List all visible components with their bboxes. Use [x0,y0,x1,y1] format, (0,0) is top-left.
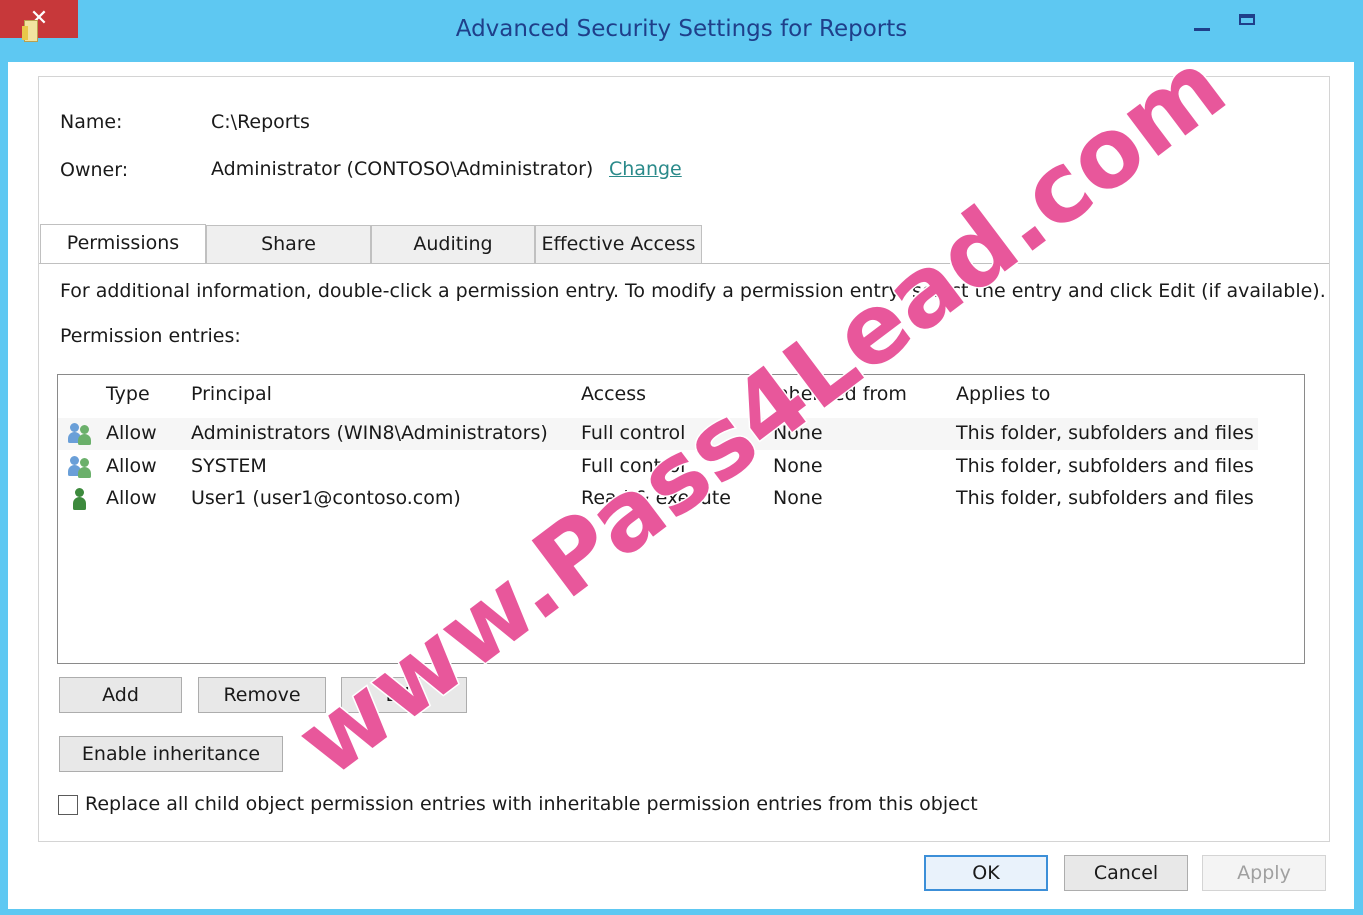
dialog-window: Advanced Security Settings for Reports ✕… [0,0,1363,915]
column-header-type[interactable]: Type [106,383,150,405]
tab-divider [39,263,1329,264]
remove-button[interactable]: Remove [198,677,326,713]
name-label: Name: [60,111,123,133]
row-inherited: None [773,455,823,477]
enable-inheritance-button[interactable]: Enable inheritance [59,736,283,772]
minimize-icon [1194,28,1210,31]
instructions-text: For additional information, double-click… [60,280,1326,302]
row-access: Full control [581,455,686,477]
cancel-button[interactable]: Cancel [1064,855,1188,891]
permission-entries-label: Permission entries: [60,325,241,347]
row-inherited: None [773,422,823,444]
table-row[interactable]: Allow SYSTEM Full control None This fold… [58,451,1258,483]
group-icon [68,455,92,479]
window-title: Advanced Security Settings for Reports [455,16,908,42]
ok-button[interactable]: OK [924,855,1048,891]
row-access: Full control [581,422,686,444]
maximize-button[interactable] [1226,4,1270,44]
tab-permissions[interactable]: Permissions [40,224,206,264]
tab-auditing[interactable]: Auditing [371,225,535,263]
row-access: Read & execute [581,487,731,509]
row-principal: SYSTEM [191,455,267,477]
replace-child-permissions-label[interactable]: Replace all child object permission entr… [85,793,978,815]
apply-button[interactable]: Apply [1202,855,1326,891]
group-icon [68,422,92,446]
column-header-principal[interactable]: Principal [191,383,272,405]
add-button[interactable]: Add [59,677,182,713]
column-header-access[interactable]: Access [581,383,646,405]
edit-button[interactable]: Edit [341,677,467,713]
title-bar[interactable]: Advanced Security Settings for Reports ✕ [0,0,1363,62]
settings-panel: Name: C:\Reports Owner: Administrator (C… [38,76,1330,842]
row-principal: User1 (user1@contoso.com) [191,487,461,509]
tab-share[interactable]: Share [206,225,371,263]
row-principal: Administrators (WIN8\Administrators) [191,422,548,444]
tab-effective-access[interactable]: Effective Access [535,225,702,263]
user-icon [68,487,92,511]
name-value: C:\Reports [211,111,310,133]
replace-child-permissions-checkbox[interactable] [58,795,78,815]
permission-entries-list[interactable]: Type Principal Access Inherited from App… [57,374,1305,664]
owner-label: Owner: [60,159,129,181]
row-applies: This folder, subfolders and files [956,487,1254,509]
change-owner-link[interactable]: Change [609,158,682,180]
row-applies: This folder, subfolders and files [956,422,1254,444]
client-area: Name: C:\Reports Owner: Administrator (C… [8,62,1354,909]
row-applies: This folder, subfolders and files [956,455,1254,477]
row-type: Allow [106,422,157,444]
owner-value: Administrator (CONTOSO\Administrator) [211,158,594,180]
table-row[interactable]: Allow Administrators (WIN8\Administrator… [58,418,1258,450]
maximize-icon [1239,14,1255,25]
column-header-applies-to[interactable]: Applies to [956,383,1050,405]
table-row[interactable]: Allow User1 (user1@contoso.com) Read & e… [58,483,1258,515]
column-header-inherited-from[interactable]: Inherited from [771,383,907,405]
minimize-button[interactable] [1180,4,1224,44]
row-type: Allow [106,487,157,509]
row-type: Allow [106,455,157,477]
row-inherited: None [773,487,823,509]
